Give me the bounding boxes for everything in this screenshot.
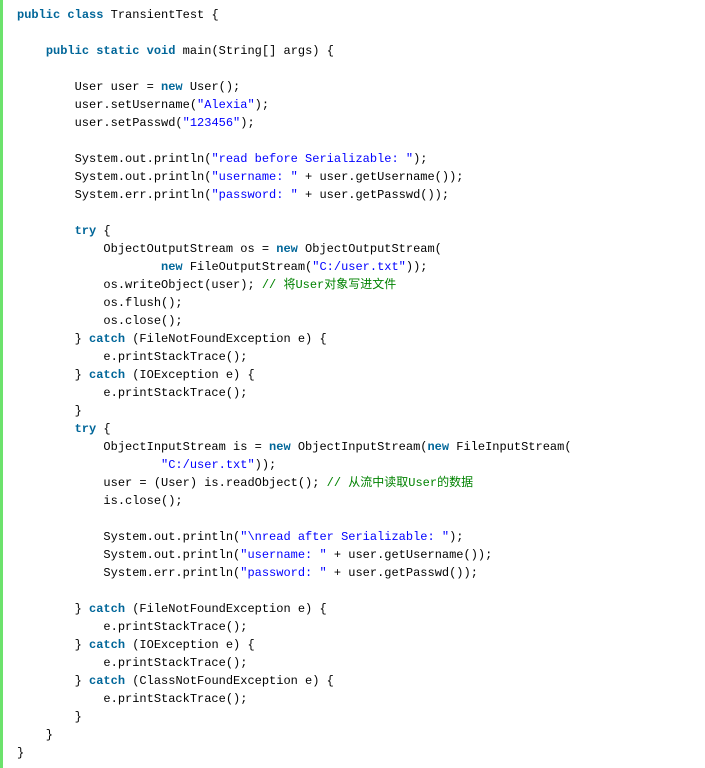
text: os.writeObject(user);	[17, 278, 262, 292]
kw-catch: catch	[89, 638, 125, 652]
text: user = (User) is.readObject();	[17, 476, 327, 490]
kw-catch: catch	[89, 332, 125, 346]
text: e.printStackTrace();	[17, 692, 247, 706]
string: "password: "	[211, 188, 297, 202]
text: user.setUsername(	[17, 98, 197, 112]
text: ));	[406, 260, 428, 274]
text: User();	[183, 80, 241, 94]
text: }	[17, 746, 24, 760]
string: "password: "	[240, 566, 326, 580]
kw-new: new	[161, 80, 183, 94]
text: e.printStackTrace();	[17, 620, 247, 634]
kw-new: new	[161, 260, 183, 274]
comment: // 将User对象写进文件	[262, 278, 396, 292]
string: "read before Serializable: "	[211, 152, 413, 166]
text: System.out.println(	[17, 170, 211, 184]
text: }	[17, 638, 89, 652]
text: e.printStackTrace();	[17, 350, 247, 364]
text: e.printStackTrace();	[17, 386, 247, 400]
kw-catch: catch	[89, 368, 125, 382]
text: ObjectInputStream(	[291, 440, 428, 454]
text: {	[96, 224, 110, 238]
text: main(String[] args) {	[175, 44, 333, 58]
text: (FileNotFoundException e) {	[125, 602, 327, 616]
text: System.err.println(	[17, 566, 240, 580]
text: }	[17, 728, 53, 742]
text: ObjectOutputStream os =	[17, 242, 276, 256]
string: "Alexia"	[197, 98, 255, 112]
kw-catch: catch	[89, 602, 125, 616]
text: }	[17, 602, 89, 616]
text: + user.getUsername());	[298, 170, 464, 184]
kw-new: new	[427, 440, 449, 454]
kw-new: new	[276, 242, 298, 256]
string: "123456"	[183, 116, 241, 130]
kw-void: void	[147, 44, 176, 58]
text: );	[240, 116, 254, 130]
text: );	[449, 530, 463, 544]
kw-public: public	[46, 44, 89, 58]
text: System.err.println(	[17, 188, 211, 202]
text: System.out.println(	[17, 530, 240, 544]
text: {	[96, 422, 110, 436]
text: }	[17, 332, 89, 346]
kw-new: new	[269, 440, 291, 454]
text: );	[413, 152, 427, 166]
text: + user.getUsername());	[327, 548, 493, 562]
text: }	[17, 404, 82, 418]
text: (IOException e) {	[125, 638, 255, 652]
text: System.out.println(	[17, 548, 240, 562]
text: ObjectOutputStream(	[298, 242, 442, 256]
kw-class: class	[67, 8, 103, 22]
text: }	[17, 674, 89, 688]
text: is.close();	[17, 494, 183, 508]
text: User user =	[17, 80, 161, 94]
text	[17, 260, 161, 274]
text: ObjectInputStream is =	[17, 440, 269, 454]
string: "username: "	[240, 548, 326, 562]
text: (FileNotFoundException e) {	[125, 332, 327, 346]
text: );	[255, 98, 269, 112]
kw-static: static	[96, 44, 139, 58]
text: os.close();	[17, 314, 183, 328]
text: e.printStackTrace();	[17, 656, 247, 670]
text	[17, 458, 161, 472]
code-block: public class TransientTest { public stat…	[0, 0, 705, 768]
text: FileOutputStream(	[183, 260, 313, 274]
kw-try: try	[75, 224, 97, 238]
kw-try: try	[75, 422, 97, 436]
comment: // 从流中读取User的数据	[327, 476, 473, 490]
kw-catch: catch	[89, 674, 125, 688]
kw-public: public	[17, 8, 60, 22]
text: (ClassNotFoundException e) {	[125, 674, 334, 688]
string: "\nread after Serializable: "	[240, 530, 449, 544]
text: + user.getPasswd());	[327, 566, 478, 580]
text: (IOException e) {	[125, 368, 255, 382]
string: "C:/user.txt"	[312, 260, 406, 274]
text: user.setPasswd(	[17, 116, 183, 130]
string: "C:/user.txt"	[161, 458, 255, 472]
text: ));	[255, 458, 277, 472]
text: }	[17, 710, 82, 724]
text: System.out.println(	[17, 152, 211, 166]
text: }	[17, 368, 89, 382]
text: TransientTest {	[103, 8, 218, 22]
text: os.flush();	[17, 296, 183, 310]
text: FileInputStream(	[449, 440, 571, 454]
string: "username: "	[211, 170, 297, 184]
text: + user.getPasswd());	[298, 188, 449, 202]
